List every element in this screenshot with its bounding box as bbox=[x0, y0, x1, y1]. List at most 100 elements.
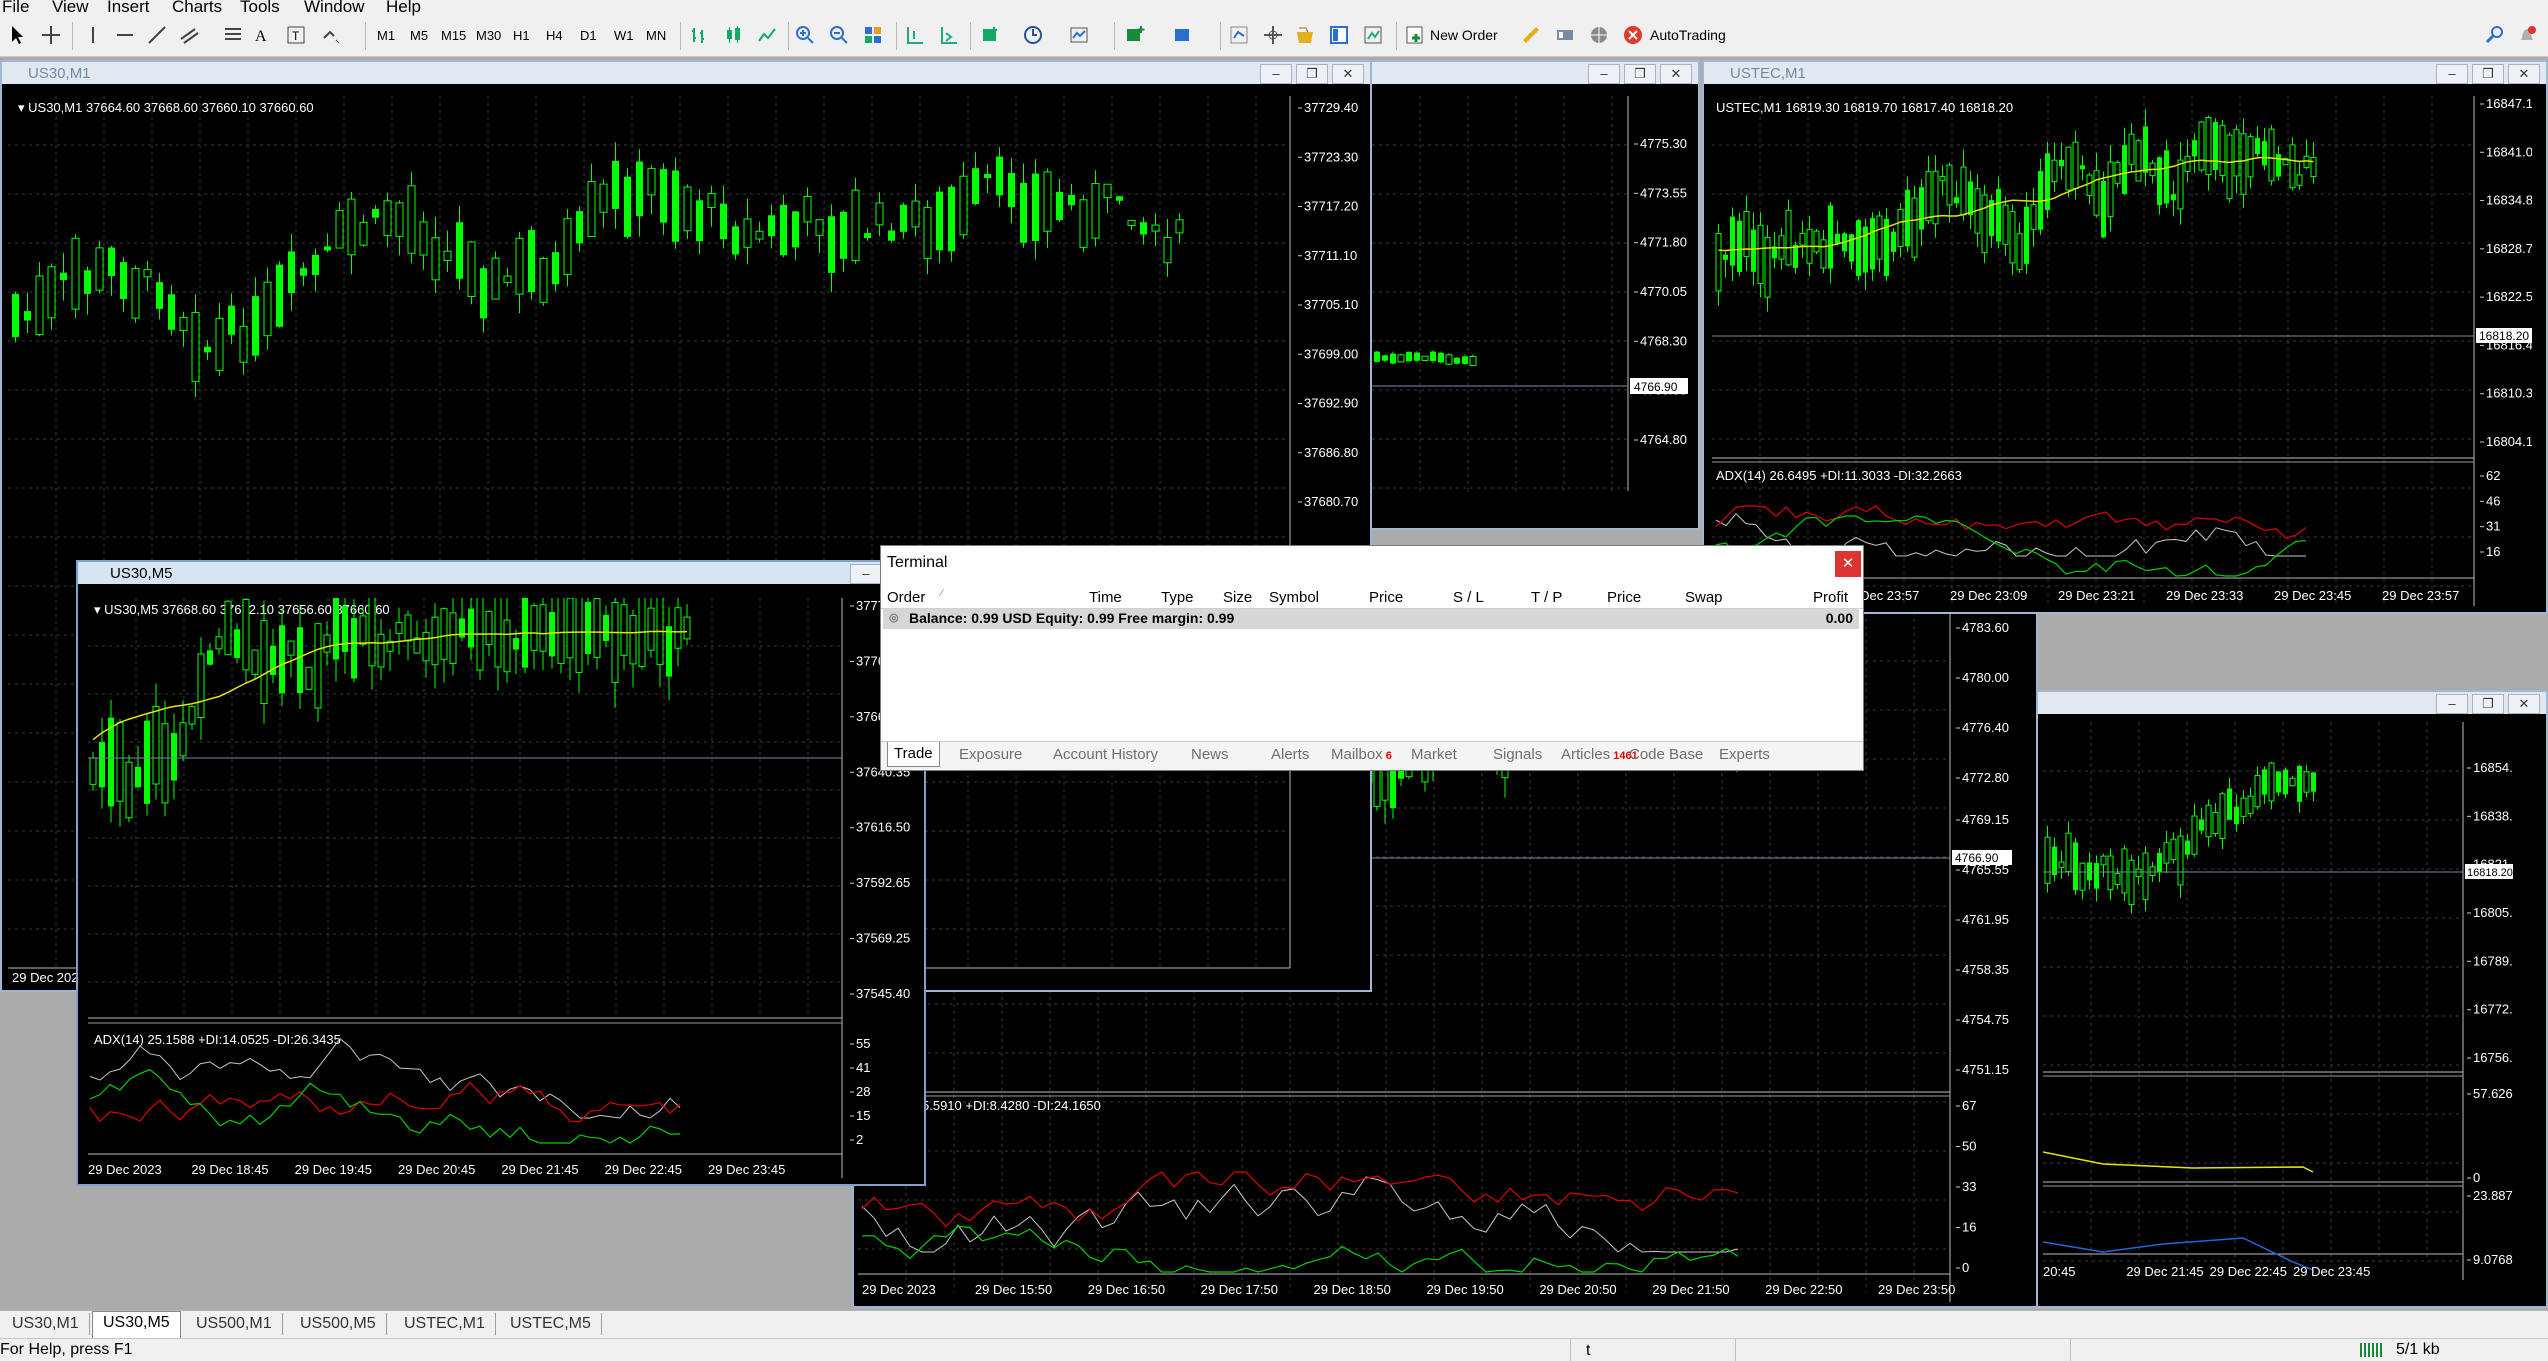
col-type[interactable]: Type bbox=[1161, 589, 1194, 606]
title-bar[interactable]: USTEC,M1 – ❐ ✕ bbox=[1704, 62, 2546, 84]
zoom-out-icon[interactable] bbox=[828, 24, 850, 46]
window-ustec-m5[interactable]: –❐✕ 16854.5016838.3016821.8016805.301678… bbox=[2035, 690, 2548, 1308]
col-price-current[interactable]: Price bbox=[1607, 589, 1641, 606]
minimize-button[interactable]: – bbox=[2436, 64, 2468, 84]
terminal-tab-articles[interactable]: Articles 1461 bbox=[1561, 746, 1638, 763]
tf-w1[interactable]: W1 bbox=[614, 28, 634, 43]
title-bar[interactable]: – ❐ ✕ bbox=[1372, 62, 1698, 84]
terminal-tab-signals[interactable]: Signals bbox=[1493, 746, 1542, 763]
terminal-tab-news[interactable]: News bbox=[1191, 746, 1229, 763]
zoom-in-icon[interactable] bbox=[794, 24, 816, 46]
market-watch-icon[interactable] bbox=[1228, 24, 1250, 46]
metaeditor-icon[interactable] bbox=[1520, 24, 1542, 46]
window-tab[interactable]: US500,M5 bbox=[290, 1313, 387, 1335]
new-order-icon[interactable] bbox=[1404, 24, 1426, 46]
data-window-icon[interactable] bbox=[1262, 24, 1284, 46]
terminal-tab-code-base[interactable]: Code Base bbox=[1629, 746, 1703, 763]
arrows-icon[interactable] bbox=[320, 24, 342, 46]
col-profit[interactable]: Profit bbox=[1813, 589, 1848, 606]
horizontal-line-icon[interactable] bbox=[114, 24, 136, 46]
text-icon[interactable]: A bbox=[250, 24, 272, 46]
trendline-icon[interactable] bbox=[146, 24, 168, 46]
minimize-button[interactable]: – bbox=[1588, 64, 1620, 84]
terminal-tab-alerts[interactable]: Alerts bbox=[1271, 746, 1309, 763]
search-icon[interactable] bbox=[2484, 24, 2506, 46]
terminal-title-bar[interactable]: Terminal ✕ bbox=[881, 546, 1863, 580]
chart-shift-icon[interactable] bbox=[904, 24, 926, 46]
restore-button[interactable]: ❐ bbox=[1296, 64, 1328, 84]
title-bar[interactable]: US30,M1 – ❐ ✕ bbox=[2, 62, 1370, 84]
tf-h1[interactable]: H1 bbox=[513, 28, 530, 43]
tf-m5[interactable]: M5 bbox=[410, 28, 428, 43]
window-tab-active[interactable]: US30,M5 bbox=[92, 1311, 181, 1339]
terminal-tab-experts[interactable]: Experts bbox=[1719, 746, 1770, 763]
title-bar[interactable]: US30,M5 –❐ bbox=[78, 562, 924, 584]
close-button[interactable]: ✕ bbox=[2508, 64, 2540, 84]
window-us500-m1[interactable]: – ❐ ✕ 4775.30 4773.55 4771.80 4770.05 4768.30 4… bbox=[1370, 60, 1700, 530]
tf-mn[interactable]: MN bbox=[646, 28, 666, 43]
minimize-button[interactable]: – bbox=[2436, 694, 2468, 714]
new-order-button[interactable]: New Order bbox=[1430, 22, 1498, 48]
terminal-tab-trade[interactable]: Trade bbox=[887, 742, 940, 767]
indicators-icon[interactable] bbox=[980, 24, 1002, 46]
window-tab[interactable]: US30,M1 bbox=[2, 1313, 90, 1335]
ustec-m1-chart[interactable]: USTEC,M1 16819.30 16819.70 16817.40 1681… bbox=[1712, 96, 2532, 610]
us500-m1-chart[interactable]: 4775.30 4773.55 4771.80 4770.05 4768.30 4766.… bbox=[1372, 96, 1698, 496]
window-tab[interactable]: USTEC,M5 bbox=[500, 1313, 602, 1335]
menu-help[interactable]: Help bbox=[386, 0, 421, 17]
terminal-window[interactable]: Terminal ✕ Order ∕ Time Type Size Symbol… bbox=[880, 545, 1864, 771]
window-us30-m5[interactable]: US30,M5 –❐ ▾ US30,M5 37668.60 37672.10 3… bbox=[76, 560, 926, 1186]
minimize-button[interactable]: – bbox=[850, 564, 882, 584]
periods-icon[interactable] bbox=[1022, 24, 1044, 46]
terminal-tab-exposure[interactable]: Exposure bbox=[959, 746, 1022, 763]
col-swap[interactable]: Swap bbox=[1685, 589, 1723, 606]
autoscroll-icon[interactable] bbox=[938, 24, 960, 46]
tf-m30[interactable]: M30 bbox=[476, 28, 501, 43]
menu-charts[interactable]: Charts bbox=[172, 0, 222, 17]
navigator-icon[interactable] bbox=[1294, 24, 1316, 46]
cursor-icon[interactable] bbox=[6, 24, 28, 46]
close-button[interactable]: ✕ bbox=[1660, 64, 1692, 84]
new-chart-icon[interactable] bbox=[1124, 24, 1146, 46]
channel-icon[interactable] bbox=[178, 24, 200, 46]
menu-view[interactable]: View bbox=[52, 0, 89, 17]
title-bar[interactable]: – ❐ ✕ bbox=[2037, 692, 2546, 714]
restore-button[interactable]: ❐ bbox=[2472, 694, 2504, 714]
terminal-tab-account-history[interactable]: Account History bbox=[1053, 746, 1158, 763]
minimize-button[interactable]: – bbox=[1260, 64, 1292, 84]
restore-button[interactable]: ❐ bbox=[2472, 64, 2504, 84]
notification-bell-icon[interactable] bbox=[2516, 24, 2538, 46]
tf-d1[interactable]: D1 bbox=[580, 28, 597, 43]
close-button[interactable]: ✕ bbox=[1835, 551, 1861, 577]
col-symbol[interactable]: Symbol bbox=[1269, 589, 1319, 606]
tf-m15[interactable]: M15 bbox=[441, 28, 466, 43]
terminal-icon[interactable] bbox=[1328, 24, 1350, 46]
bar-chart-icon[interactable] bbox=[688, 24, 710, 46]
col-size[interactable]: Size bbox=[1223, 589, 1252, 606]
us30-m5-chart[interactable]: ▾ US30,M5 37668.60 37672.10 37656.60 376… bbox=[88, 598, 920, 1182]
text-label-icon[interactable]: T bbox=[285, 24, 307, 46]
balance-row[interactable]: ◎ Balance: 0.99 USD Equity: 0.99 Free ma… bbox=[883, 609, 1859, 629]
col-order[interactable]: Order bbox=[887, 589, 925, 606]
profiles-icon[interactable] bbox=[1172, 24, 1194, 46]
candlestick-icon[interactable] bbox=[722, 24, 744, 46]
autotrading-icon[interactable] bbox=[1622, 24, 1644, 46]
ustec-m5-chart[interactable]: 16854.5016838.3016821.8016805.3016789.10… bbox=[2043, 722, 2513, 1280]
globe-icon[interactable] bbox=[1588, 24, 1610, 46]
templates-icon[interactable] bbox=[1068, 24, 1090, 46]
line-chart-icon[interactable] bbox=[756, 24, 778, 46]
close-button[interactable]: ✕ bbox=[1332, 64, 1364, 84]
tf-m1[interactable]: M1 bbox=[377, 28, 395, 43]
vps-icon[interactable] bbox=[1554, 24, 1576, 46]
restore-button[interactable]: ❐ bbox=[1624, 64, 1656, 84]
menu-insert[interactable]: Insert bbox=[107, 0, 150, 17]
menu-file[interactable]: File bbox=[2, 0, 29, 17]
tile-windows-icon[interactable] bbox=[862, 24, 884, 46]
autotrading-button[interactable]: AutoTrading bbox=[1650, 22, 1726, 48]
strategy-tester-icon[interactable] bbox=[1362, 24, 1384, 46]
terminal-tab-mailbox[interactable]: Mailbox 6 bbox=[1331, 746, 1392, 763]
col-time[interactable]: Time bbox=[1089, 589, 1122, 606]
tf-h4[interactable]: H4 bbox=[546, 28, 563, 43]
vertical-line-icon[interactable] bbox=[82, 24, 104, 46]
col-sl[interactable]: S / L bbox=[1453, 589, 1484, 606]
